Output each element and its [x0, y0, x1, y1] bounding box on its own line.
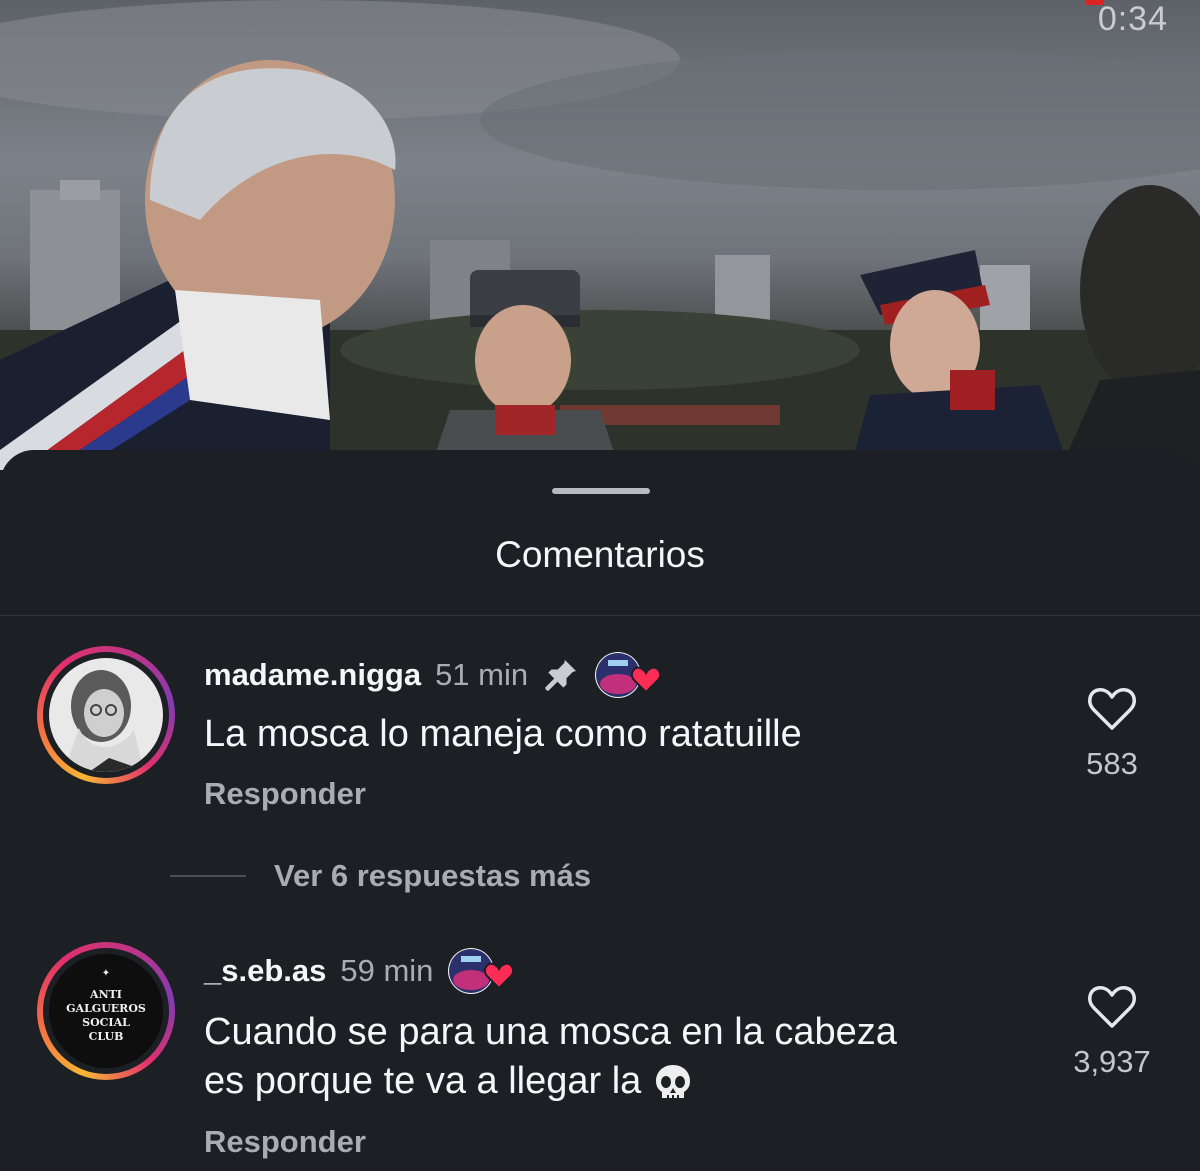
creator-liked-badge — [594, 650, 666, 700]
comment-text-fragment: es porque te va a llegar la — [204, 1060, 642, 1102]
svg-text:✦: ✦ — [102, 968, 110, 979]
avatar[interactable]: ✦ ANTI GALGUEROS SOCIAL CLUB — [37, 942, 175, 1080]
reply-button[interactable]: Responder — [204, 776, 366, 812]
view-more-replies[interactable]: Ver 6 respuestas más — [170, 858, 591, 894]
pin-icon — [545, 659, 577, 691]
comment-text-line: Cuando se para una mosca en la cabeza — [204, 1011, 897, 1053]
comment-time: 51 min — [435, 657, 529, 692]
reply-button[interactable]: Responder — [204, 1124, 366, 1160]
comment-meta: _s.eb.as 59 min — [204, 946, 519, 996]
comment-text-line: es porque te va a llegar la — [204, 1057, 1044, 1106]
avatar-logo-line: CLUB — [89, 1030, 124, 1043]
avatar-logo-line: SOCIAL — [82, 1016, 130, 1029]
sheet-title: Comentarios — [495, 534, 705, 575]
creator-liked-badge — [447, 946, 519, 996]
comment-time: 59 min — [340, 953, 434, 988]
skull-icon — [655, 1064, 690, 1099]
header-divider — [0, 615, 1200, 616]
like-button[interactable]: 583 — [1052, 686, 1172, 782]
like-count: 583 — [1086, 746, 1138, 781]
drag-handle[interactable] — [552, 488, 650, 494]
comments-sheet: Comentarios madame.nigga 51 min La mosca… — [0, 450, 1200, 1171]
video-frame — [0, 0, 1200, 470]
comment-text: Cuando se para una mosca en la cabeza es… — [204, 1008, 1044, 1106]
replies-line — [170, 875, 246, 877]
like-button[interactable]: 3,937 — [1052, 984, 1172, 1080]
avatar-logo-line: ANTI — [89, 988, 122, 1001]
video-player[interactable]: 0:34 — [0, 0, 1200, 470]
avatar-logo-line: GALGUEROS — [66, 1002, 146, 1015]
comment-text: La mosca lo maneja como ratatuille — [204, 713, 802, 755]
video-timer: 0:34 — [1097, 0, 1168, 38]
heart-icon — [1088, 688, 1136, 730]
comment-meta: madame.nigga 51 min — [204, 650, 666, 700]
like-count: 3,937 — [1073, 1044, 1151, 1079]
avatar-logo: ✦ ANTI GALGUEROS SOCIAL CLUB — [49, 954, 163, 1068]
view-more-replies-label[interactable]: Ver 6 respuestas más — [274, 858, 591, 894]
heart-icon — [1088, 986, 1136, 1028]
comment-username[interactable]: _s.eb.as — [204, 953, 326, 989]
avatar-photo — [49, 658, 163, 772]
avatar[interactable] — [37, 646, 175, 784]
comment-username[interactable]: madame.nigga — [204, 657, 421, 693]
